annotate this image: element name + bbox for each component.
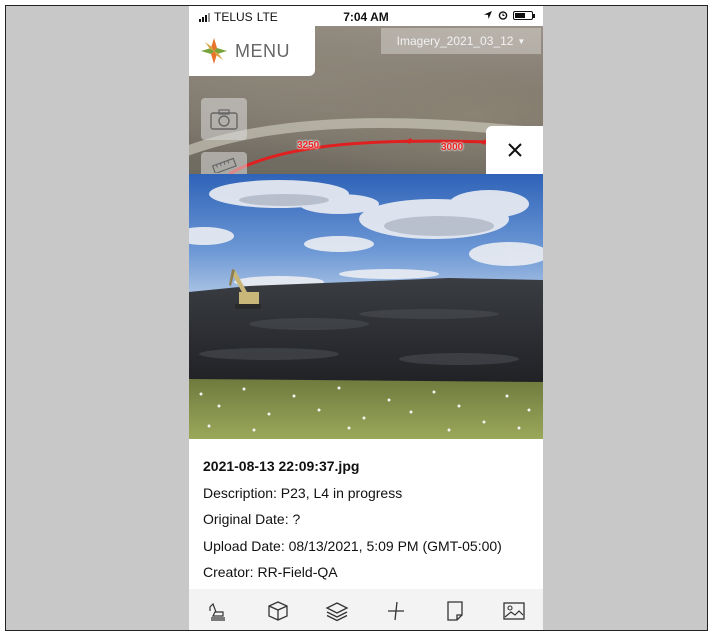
toolbar-equipment-button[interactable] bbox=[199, 593, 239, 629]
excavator-icon bbox=[208, 602, 225, 621]
toolbar-3d-button[interactable] bbox=[258, 593, 298, 629]
battery-icon bbox=[513, 10, 535, 20]
compass-logo-icon bbox=[201, 38, 227, 64]
camera-button[interactable] bbox=[201, 98, 247, 140]
location-arrow-icon bbox=[484, 11, 492, 19]
screenshot-frame: TELUS LTE 7:04 AM MENU Imagery_2021_03_1… bbox=[5, 5, 708, 631]
bottom-toolbar bbox=[189, 589, 543, 630]
menu-button[interactable]: MENU bbox=[189, 26, 315, 76]
close-icon bbox=[507, 143, 522, 157]
toolbar-photos-button[interactable] bbox=[494, 593, 534, 629]
toolbar-note-button[interactable] bbox=[435, 593, 475, 629]
alarm-icon bbox=[498, 11, 508, 20]
toolbar-measure-button[interactable] bbox=[376, 593, 416, 629]
photo-creator: Creator: RR-Field-QA bbox=[203, 564, 338, 580]
distance-label: 3000 bbox=[441, 142, 464, 153]
status-bar: TELUS LTE 7:04 AM bbox=[189, 6, 543, 26]
close-button[interactable] bbox=[486, 126, 543, 174]
cube-icon bbox=[267, 600, 288, 621]
chevron-down-icon: ▼ bbox=[517, 36, 526, 46]
map-view[interactable]: MENU Imagery_2021_03_12 ▼ 3250 3000 bbox=[189, 26, 543, 178]
imagery-dropdown[interactable]: Imagery_2021_03_12 ▼ bbox=[381, 28, 541, 54]
photo-upload-date: Upload Date: 08/13/2021, 5:09 PM (GMT-05… bbox=[203, 537, 502, 554]
photo-image bbox=[189, 174, 543, 439]
ruler-icon bbox=[211, 157, 237, 173]
photo-info-panel: 2021-08-13 22:09:37.jpg Description: P23… bbox=[189, 439, 543, 589]
imagery-select-value: Imagery_2021_03_12 bbox=[396, 34, 514, 48]
menu-label: MENU bbox=[235, 40, 290, 61]
layers-icon bbox=[325, 601, 348, 621]
distance-label: 3250 bbox=[297, 140, 320, 151]
phone-screen: TELUS LTE 7:04 AM MENU Imagery_2021_03_1… bbox=[189, 6, 543, 630]
image-icon bbox=[502, 601, 525, 620]
status-right bbox=[483, 10, 535, 20]
toolbar-layers-button[interactable] bbox=[317, 593, 357, 629]
photo-description: Description: P23, L4 in progress bbox=[203, 484, 403, 501]
photo-original-date: Original Date: ? bbox=[203, 511, 301, 527]
photo-filename: 2021-08-13 22:09:37.jpg bbox=[203, 458, 360, 474]
site-photo[interactable] bbox=[189, 174, 543, 439]
note-icon bbox=[446, 600, 463, 621]
measure-icon bbox=[387, 601, 404, 620]
camera-icon bbox=[210, 109, 238, 130]
